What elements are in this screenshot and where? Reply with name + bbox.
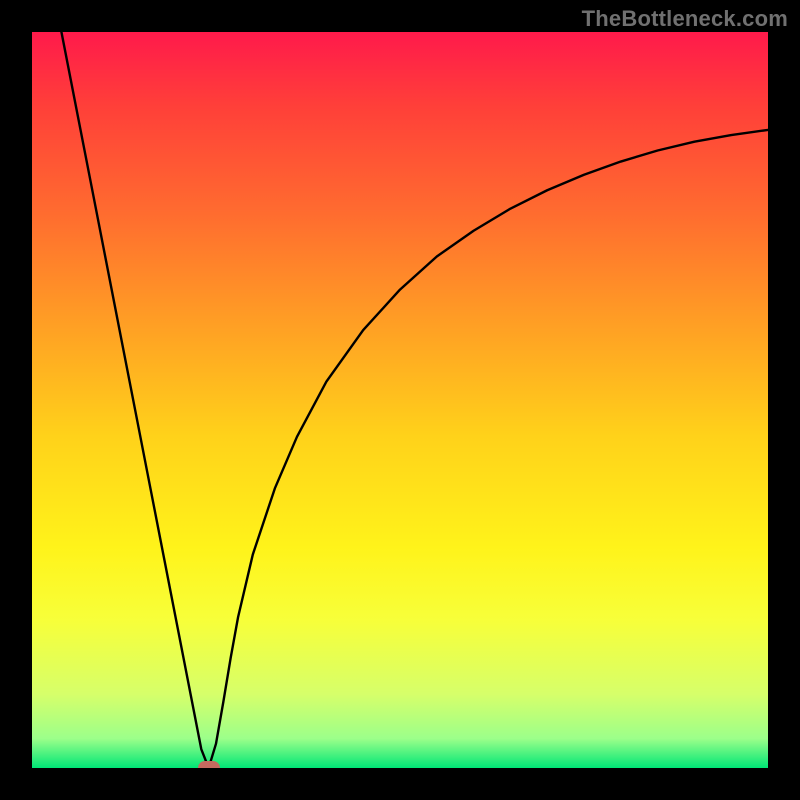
chart-svg	[32, 32, 768, 768]
optimum-marker	[198, 761, 220, 768]
chart-outer-frame: TheBottleneck.com	[0, 0, 800, 800]
gradient-rect	[32, 32, 768, 768]
plot-area	[32, 32, 768, 768]
watermark-text: TheBottleneck.com	[582, 6, 788, 32]
